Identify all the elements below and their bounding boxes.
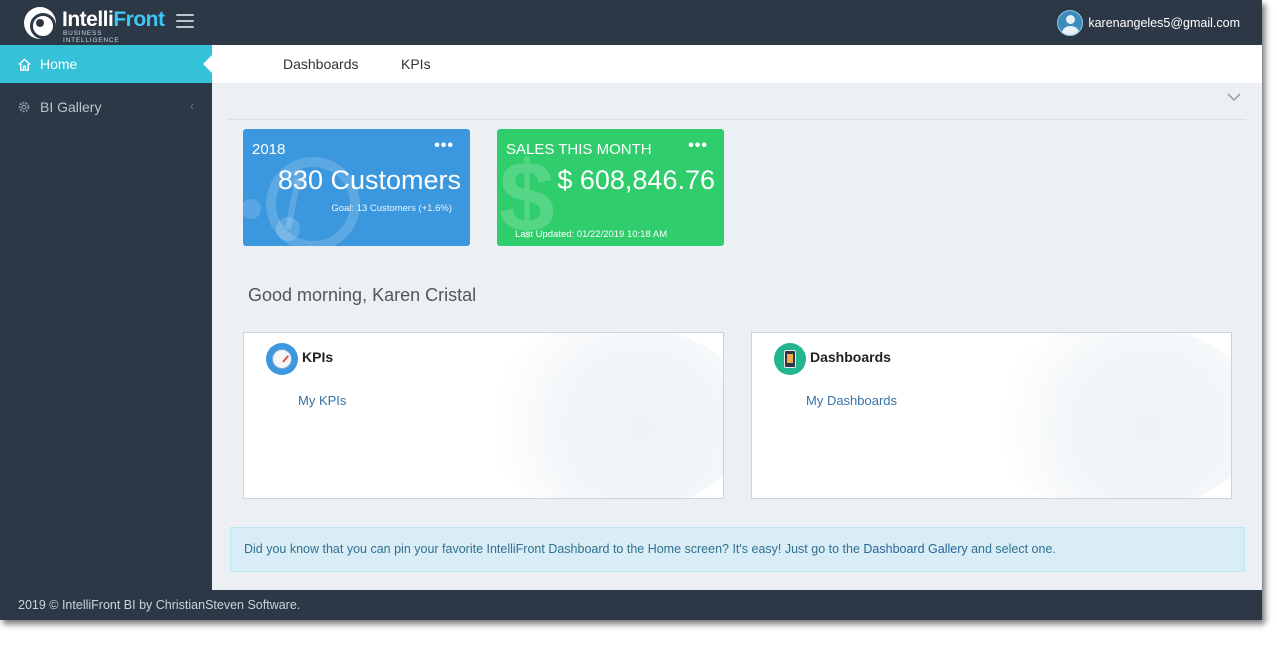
main-content: Dashboards KPIs 2018 ••• 830 Customers G… <box>212 45 1262 590</box>
greeting-text: Good morning, Karen Cristal <box>248 285 477 305</box>
sidebar: Home BI Gallery ‹ <box>0 45 213 590</box>
user-email: karenangeles5@gmail.com <box>1088 16 1240 30</box>
chevron-down-icon[interactable] <box>1226 91 1246 107</box>
sidebar-item-label: Home <box>40 56 78 72</box>
collapse-bar <box>228 83 1246 120</box>
logo-subtitle: BUSINESS INTELLIGENCE <box>63 30 120 44</box>
panel-title: KPIs <box>302 349 334 365</box>
sub-navigation: Dashboards KPIs <box>212 45 1262 83</box>
sales-stat-card[interactable]: $ SALES THIS MONTH ••• $ 608,846.76 Last… <box>497 129 724 246</box>
card-title: SALES THIS MONTH <box>506 141 652 158</box>
info-text-after: and select one. <box>967 542 1056 556</box>
gauge-icon <box>266 343 298 375</box>
more-options-icon[interactable]: ••• <box>434 137 454 155</box>
card-value: $ 608,846.76 <box>557 165 715 195</box>
my-dashboards-link[interactable]: My Dashboards <box>806 393 897 408</box>
chevron-left-icon[interactable]: ‹ <box>190 99 194 113</box>
card-title: 2018 <box>252 141 286 158</box>
gear-icon <box>16 99 32 115</box>
tablet-icon <box>774 343 806 375</box>
app-window: IntelliFront BUSINESS INTELLIGENCE karen… <box>0 0 1262 620</box>
panel-title: Dashboards <box>810 349 891 365</box>
card-updated-note: Last Updated: 01/22/2019 10:18 AM <box>515 229 668 240</box>
user-menu[interactable]: karenangeles5@gmail.com <box>1057 10 1240 36</box>
avatar <box>1057 10 1084 36</box>
top-header: IntelliFront BUSINESS INTELLIGENCE karen… <box>0 0 1262 45</box>
card-goal-note: Goal: 13 Customers (+1.6%) <box>331 203 452 214</box>
home-icon <box>16 56 32 72</box>
info-text-before: Did you know that you can pin your favor… <box>244 542 864 556</box>
my-kpis-link[interactable]: My KPIs <box>298 393 346 408</box>
logo-text: IntelliFront <box>62 8 165 31</box>
logo-mark-icon <box>24 7 56 39</box>
customers-stat-card[interactable]: 2018 ••• 830 Customers Goal: 13 Customer… <box>243 129 470 246</box>
more-options-icon[interactable]: ••• <box>688 137 708 155</box>
sidebar-item-home[interactable]: Home <box>0 45 213 83</box>
kpis-panel: KPIs My KPIs <box>243 332 724 499</box>
menu-toggle-icon[interactable] <box>176 14 194 28</box>
footer: 2019 © IntelliFront BI by ChristianSteve… <box>0 590 1262 620</box>
card-value: 830 Customers <box>277 165 461 195</box>
sidebar-item-label: BI Gallery <box>40 99 102 115</box>
dashboard-gallery-link[interactable]: Dashboard Gallery <box>863 542 967 556</box>
tab-dashboards[interactable]: Dashboards <box>283 56 359 72</box>
intellifront-logo[interactable]: IntelliFront BUSINESS INTELLIGENCE <box>24 6 165 44</box>
dashboards-panel: Dashboards My Dashboards <box>751 332 1232 499</box>
sidebar-item-bi-gallery[interactable]: BI Gallery ‹ <box>0 88 212 126</box>
tab-kpis[interactable]: KPIs <box>401 56 431 72</box>
info-callout: Did you know that you can pin your favor… <box>230 527 1245 572</box>
